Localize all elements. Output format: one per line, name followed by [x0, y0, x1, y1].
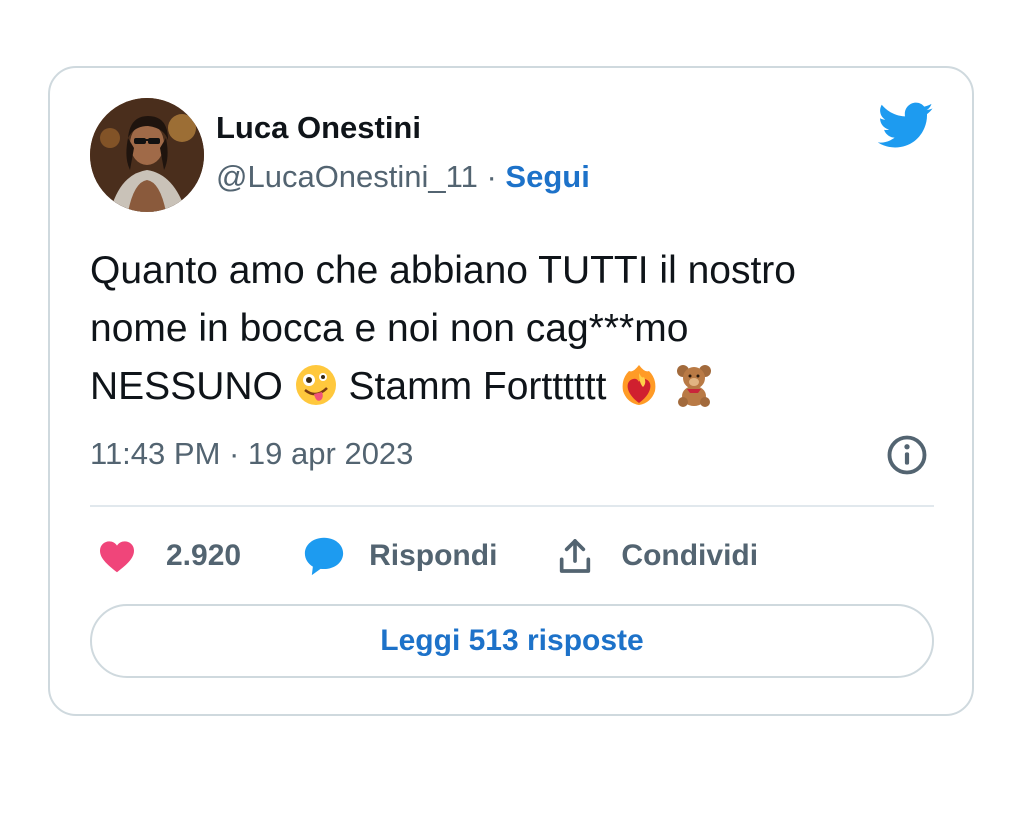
tweet-timestamp[interactable]: 11:43 PM · 19 apr 2023	[90, 436, 413, 472]
tweet-line: Quanto amo che abbiano TUTTI il nostro	[90, 249, 796, 292]
heart-icon	[100, 541, 134, 573]
display-name[interactable]: Luca Onestini	[216, 110, 421, 146]
user-handle[interactable]: @LucaOnestini_11	[216, 159, 478, 194]
separator-dot: ·	[477, 159, 506, 194]
speech-bubble-icon	[304, 537, 344, 576]
follow-button[interactable]: Segui	[505, 159, 589, 194]
teddy-bear-emoji	[677, 365, 712, 407]
share-label: Condividi	[621, 539, 759, 572]
tweet-text-fragment: NESSUNO	[90, 365, 294, 408]
tweet-text: Quanto amo che abbiano TUTTI il nostro n…	[90, 242, 950, 416]
like-count: 2.920	[166, 539, 242, 572]
divider	[90, 505, 934, 507]
avatar[interactable]	[90, 98, 204, 212]
like-button[interactable]: 2.920	[98, 539, 241, 573]
handle-row: @LucaOnestini_11 · Segui	[216, 159, 590, 195]
action-bar: 2.920 Rispondi Condividi	[98, 536, 758, 576]
tweet-card: Luca Onestini @LucaOnestini_11 · Segui Q…	[48, 66, 974, 716]
heart-on-fire-emoji	[622, 365, 656, 405]
twitter-bird-icon[interactable]	[878, 102, 934, 150]
tweet-line: NESSUNO Stamm Fortttttt	[90, 358, 950, 416]
avatar-image	[90, 98, 204, 212]
tweet-text-fragment: Stamm Fortttttt	[337, 365, 618, 408]
tweet-line: nome in bocca e noi non cag***mo	[90, 307, 689, 350]
reply-button[interactable]: Rispondi	[303, 536, 497, 576]
read-replies-button[interactable]: Leggi 513 risposte	[90, 604, 934, 678]
info-icon[interactable]	[886, 434, 928, 476]
share-button[interactable]: Condividi	[555, 536, 758, 576]
zany-face-emoji	[295, 365, 336, 405]
share-icon	[560, 539, 591, 573]
reply-label: Rispondi	[369, 539, 498, 572]
